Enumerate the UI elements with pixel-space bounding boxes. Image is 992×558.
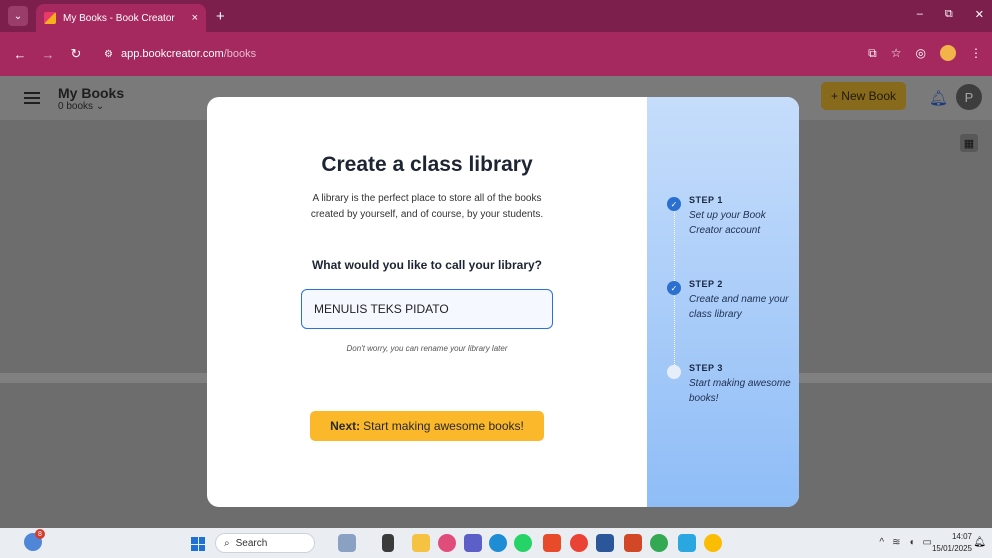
browser-tab-my-books[interactable]: My Books - Book Creator × — [36, 4, 206, 32]
taskbar-chrome-icon[interactable] — [570, 534, 588, 552]
clock-time: 14:07 — [951, 532, 972, 541]
taskbar-sticky-notes-icon[interactable] — [543, 534, 561, 552]
taskbar-chrome-profile-2-icon[interactable] — [704, 534, 722, 552]
create-library-dialog: Create a class library A library is the … — [207, 97, 799, 507]
system-tray: ^ ≋ ◖ ▭ — [879, 537, 932, 548]
browser-toolbar-right: ⧉ ☆ ◎ ⋮ — [868, 45, 982, 61]
minimize-button[interactable]: – — [917, 8, 923, 21]
url-host: app.bookcreator.com — [120, 48, 224, 60]
step-2-check-icon: ✓ — [667, 281, 681, 295]
library-name-input[interactable] — [301, 289, 553, 329]
taskbar-edge-icon[interactable] — [489, 534, 507, 552]
new-tab-button[interactable]: + — [216, 8, 225, 25]
taskbar-photos-app-icon[interactable] — [678, 534, 696, 552]
dialog-description: A library is the perfect place to store … — [310, 193, 544, 220]
windows-start-icon[interactable] — [191, 537, 205, 551]
taskbar-powerpoint-icon[interactable] — [624, 534, 642, 552]
url-path: /books — [223, 48, 257, 60]
close-window-button[interactable]: ✕ — [975, 8, 984, 21]
browser-address-bar: ← → ↻ ⚙ app.bookcreator.com/books ⧉ ☆ ◎ … — [0, 32, 992, 76]
extensions-icon[interactable]: ◎ — [916, 46, 926, 60]
step-3-text: Start making awesome books! — [689, 378, 791, 404]
clock-date: 15/01/2025 — [931, 544, 972, 553]
bookmark-star-icon[interactable]: ☆ — [891, 46, 902, 60]
taskbar-chrome-profile-icon[interactable] — [650, 534, 668, 552]
step-2-label: STEP 2 — [689, 279, 723, 289]
battery-icon[interactable]: ▭ — [923, 537, 932, 548]
browser-menu-icon[interactable]: ⋮ — [970, 46, 982, 60]
page-title: My Books — [58, 84, 125, 101]
step-1: ✓ STEP 1 Set up your Book Creator accoun… — [667, 195, 797, 238]
volume-icon[interactable]: ◖ — [909, 537, 915, 548]
taskbar-whatsapp-icon[interactable] — [514, 534, 532, 552]
profile-avatar-icon[interactable] — [940, 45, 956, 61]
step-3-label: STEP 3 — [689, 363, 723, 373]
book-count-dropdown[interactable]: 0 books ⌄ — [58, 101, 124, 112]
taskbar-clock[interactable]: 14:07 15/01/2025 — [932, 531, 972, 555]
next-label-text: Start making awesome books! — [363, 419, 524, 433]
install-app-icon[interactable]: ⧉ — [868, 46, 877, 61]
step-1-check-icon: ✓ — [667, 197, 681, 211]
taskbar-widget-icon[interactable] — [382, 534, 394, 552]
next-label-bold: Next: — [330, 419, 361, 433]
wifi-icon[interactable]: ≋ — [892, 537, 900, 548]
steps-panel: ✓ STEP 1 Set up your Book Creator accoun… — [647, 97, 799, 507]
taskbar-photos-icon[interactable] — [338, 534, 356, 552]
tab-search-chevron-icon[interactable]: ⌄ — [8, 6, 28, 26]
step-3-pending-icon — [667, 365, 681, 379]
weather-badge: 8 — [35, 529, 45, 539]
book-creator-favicon-icon — [44, 12, 56, 24]
dialog-main-panel: Create a class library A library is the … — [207, 97, 647, 507]
new-book-button[interactable]: + New Book — [820, 82, 906, 110]
tab-title: My Books - Book Creator — [63, 12, 175, 24]
windows-taskbar: 8 ⌕ Search ^ ≋ ◖ ▭ 14:07 15/01/2025 🔔︎ — [0, 528, 992, 558]
next-button[interactable]: Next: Start making awesome books! — [310, 411, 544, 441]
library-title-group: My Books 0 books ⌄ — [58, 85, 124, 112]
restore-button[interactable]: ⧉ — [945, 8, 953, 21]
tab-close-icon[interactable]: × — [192, 12, 198, 24]
url-field[interactable]: ⚙ app.bookcreator.com/books — [98, 40, 938, 68]
tray-chevron-up-icon[interactable]: ^ — [879, 537, 884, 548]
step-2-text: Create and name your class library — [689, 294, 789, 320]
back-arrow-icon[interactable]: ← — [12, 47, 28, 62]
taskbar-teams-icon[interactable] — [464, 534, 482, 552]
rename-note: Don't worry, you can rename your library… — [346, 344, 508, 353]
notification-bell-icon[interactable]: 🔔︎ — [973, 537, 986, 548]
site-settings-icon[interactable]: ⚙ — [104, 49, 113, 60]
window-controls: – ⧉ ✕ — [917, 8, 984, 21]
hamburger-menu-icon[interactable] — [24, 92, 40, 104]
taskbar-paint-icon[interactable] — [438, 534, 456, 552]
taskbar-word-icon[interactable] — [596, 534, 614, 552]
taskbar-file-explorer-icon[interactable] — [412, 534, 430, 552]
taskbar-search[interactable]: ⌕ Search — [215, 533, 315, 553]
forward-arrow-icon[interactable]: → — [40, 47, 56, 62]
step-1-text: Set up your Book Creator account — [689, 210, 766, 236]
user-avatar[interactable]: P — [956, 84, 982, 110]
step-2: ✓ STEP 2 Create and name your class libr… — [667, 279, 797, 322]
step-3: STEP 3 Start making awesome books! — [667, 363, 797, 406]
reload-icon[interactable]: ↻ — [68, 46, 84, 62]
browser-tabbar: ⌄ My Books - Book Creator × + – ⧉ ✕ — [0, 0, 992, 32]
library-name-question: What would you like to call your library… — [311, 258, 543, 272]
step-1-label: STEP 1 — [689, 195, 723, 205]
search-icon: ⌕ — [224, 537, 230, 549]
grid-view-icon[interactable]: ▦ — [960, 134, 978, 152]
dialog-title: Create a class library — [321, 153, 533, 176]
notifications-bell-icon[interactable]: 🔔︎ — [929, 89, 948, 107]
search-label: Search — [235, 537, 268, 549]
